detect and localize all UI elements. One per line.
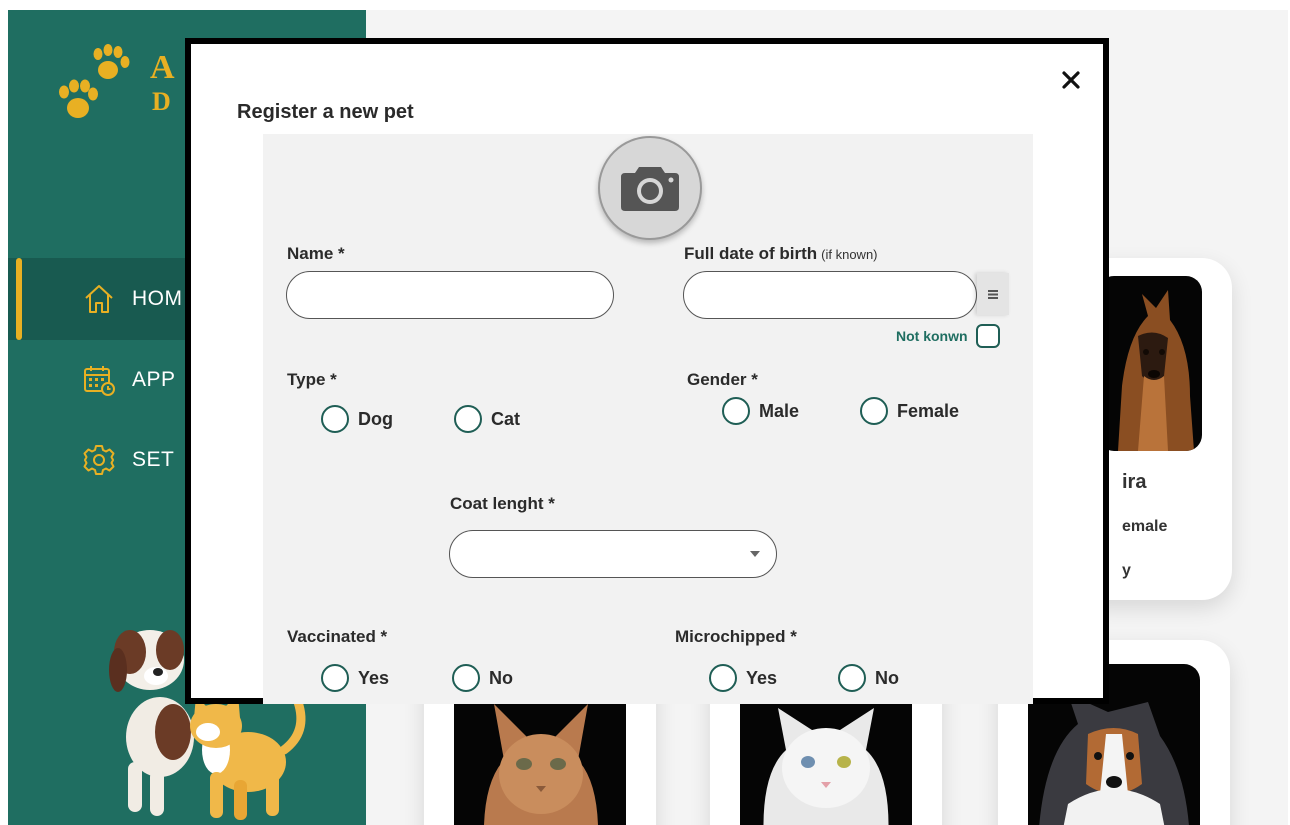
radio-label: No bbox=[489, 667, 513, 688]
chevron-down-icon bbox=[750, 551, 760, 557]
home-icon bbox=[85, 285, 113, 313]
microchipped-no-radio[interactable]: No bbox=[838, 664, 899, 692]
close-icon bbox=[1062, 71, 1080, 89]
pet-info: y bbox=[1122, 562, 1131, 579]
coat-length-select[interactable] bbox=[449, 530, 777, 578]
calendar-picker-button[interactable] bbox=[977, 273, 1009, 315]
not-known-checkbox[interactable] bbox=[975, 324, 1000, 348]
radio-circle bbox=[709, 664, 737, 692]
name-input[interactable] bbox=[286, 271, 614, 319]
microchipped-yes-radio[interactable]: Yes bbox=[709, 664, 777, 692]
vaccinated-yes-radio[interactable]: Yes bbox=[321, 664, 389, 692]
coat-length-label: Coat lenght * bbox=[450, 494, 555, 513]
modal-title: Register a new pet bbox=[237, 101, 414, 123]
sidebar-item-label: APP bbox=[132, 368, 176, 391]
pet-name: ira bbox=[1122, 471, 1147, 493]
type-cat-radio[interactable]: Cat bbox=[454, 405, 520, 433]
dob-input[interactable] bbox=[683, 271, 977, 319]
paw-logo-icon bbox=[59, 44, 130, 118]
name-label: Name * bbox=[287, 244, 345, 263]
radio-circle bbox=[454, 405, 482, 433]
upload-photo-button[interactable] bbox=[598, 136, 702, 240]
gear-icon bbox=[83, 445, 115, 475]
radio-label: Dog bbox=[358, 408, 393, 429]
radio-circle bbox=[321, 664, 349, 692]
camera-icon bbox=[621, 167, 679, 211]
logo-line-1: A bbox=[150, 49, 175, 86]
radio-circle bbox=[838, 664, 866, 692]
microchipped-label: Microchipped * bbox=[675, 627, 797, 646]
radio-circle bbox=[452, 664, 480, 692]
radio-label: Female bbox=[897, 400, 960, 421]
logo-line-2: D bbox=[152, 87, 171, 117]
register-form: Name * Full date of birth (if known) Not … bbox=[263, 134, 1033, 704]
close-button[interactable] bbox=[1057, 66, 1085, 94]
gender-male-radio[interactable]: Male bbox=[722, 397, 799, 425]
radio-circle bbox=[860, 397, 888, 425]
radio-label: No bbox=[875, 667, 899, 688]
pet-gender: emale bbox=[1122, 518, 1168, 535]
radio-label: Male bbox=[759, 400, 800, 421]
shepherd-dog-photo bbox=[1118, 290, 1194, 451]
radio-label: Yes bbox=[746, 667, 778, 688]
dob-label: Full date of birth (if known) bbox=[684, 244, 878, 264]
radio-circle bbox=[321, 405, 349, 433]
radio-label: Yes bbox=[358, 667, 390, 688]
vaccinated-no-radio[interactable]: No bbox=[452, 664, 513, 692]
sidebar-item-label: HOM bbox=[132, 287, 183, 310]
dob-label-text: Full date of birth bbox=[684, 244, 818, 263]
vaccinated-label: Vaccinated * bbox=[287, 627, 388, 646]
type-label: Type * bbox=[287, 370, 337, 389]
gender-female-radio[interactable]: Female bbox=[860, 397, 959, 425]
dob-hint: (if known) bbox=[821, 247, 878, 262]
radio-label: Cat bbox=[491, 408, 521, 429]
type-dog-radio[interactable]: Dog bbox=[321, 405, 393, 433]
logo-text: A D bbox=[150, 48, 175, 117]
pet-photo bbox=[1098, 276, 1202, 451]
sidebar-item-label: SET bbox=[132, 448, 175, 471]
dob-not-known-toggle[interactable]: Not konwn bbox=[896, 324, 1000, 348]
not-known-label: Not konwn bbox=[896, 328, 968, 344]
register-pet-modal: Register a new pet Name * Full date of b… bbox=[185, 38, 1109, 704]
gender-label: Gender * bbox=[687, 370, 758, 389]
calendar-icon bbox=[84, 366, 115, 396]
calendar-icon bbox=[988, 289, 998, 299]
radio-circle bbox=[722, 397, 750, 425]
